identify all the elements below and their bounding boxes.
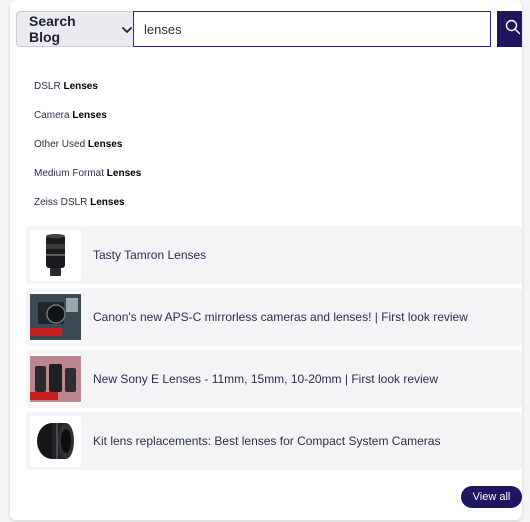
result-title: New Sony E Lenses - 11mm, 15mm, 10-20mm … — [93, 372, 438, 386]
chevron-down-icon — [121, 23, 133, 35]
search-input[interactable] — [133, 11, 491, 47]
result-list: Tasty Tamron Lenses Canon's new APS-C mi… — [26, 226, 522, 474]
suggestion-item[interactable]: Zeiss DSLR Lenses — [34, 188, 141, 217]
search-bar: Search Blog — [16, 11, 522, 47]
result-title: Canon's new APS-C mirrorless cameras and… — [93, 310, 468, 324]
suggestion-prefix: Camera — [34, 110, 70, 121]
search-button[interactable] — [497, 11, 522, 47]
result-item[interactable]: Tasty Tamron Lenses — [26, 226, 522, 284]
suggestion-match: Lenses — [63, 81, 98, 92]
suggestion-prefix: Medium Format — [34, 168, 105, 179]
result-title: Tasty Tamron Lenses — [93, 248, 207, 262]
suggestion-prefix: Zeiss DSLR — [34, 197, 88, 208]
search-scope-label: Search Blog — [29, 13, 76, 45]
search-scope-dropdown[interactable]: Search Blog — [16, 11, 133, 47]
suggestion-item[interactable]: Other Used Lenses — [34, 130, 141, 159]
lens-thumbnail — [30, 415, 81, 467]
suggestion-prefix: Other Used — [34, 139, 86, 150]
suggestion-match: Lenses — [87, 139, 123, 150]
suggestion-list: DSLR Lenses Camera Lenses Other Used Len… — [34, 72, 141, 217]
result-item[interactable]: Canon's new APS-C mirrorless cameras and… — [26, 288, 522, 346]
search-icon — [505, 19, 521, 40]
result-title: Kit lens replacements: Best lenses for C… — [93, 434, 441, 448]
suggestion-match: Lenses — [106, 168, 142, 179]
suggestion-match: Lenses — [72, 110, 107, 121]
result-item[interactable]: New Sony E Lenses - 11mm, 15mm, 10-20mm … — [26, 350, 522, 408]
search-panel: Search Blog DSLR Lenses Camera Lenses Ot… — [10, 0, 522, 520]
view-all-button[interactable]: View all — [461, 486, 522, 508]
suggestion-prefix: DSLR — [34, 81, 61, 92]
suggestion-item[interactable]: Medium Format Lenses — [34, 159, 141, 188]
suggestion-item[interactable]: DSLR Lenses — [34, 72, 141, 101]
result-item[interactable]: Kit lens replacements: Best lenses for C… — [26, 412, 522, 470]
suggestion-item[interactable]: Camera Lenses — [34, 101, 141, 130]
camera-review-thumbnail — [30, 291, 81, 343]
suggestion-match: Lenses — [90, 197, 125, 208]
lens-thumbnail — [30, 229, 81, 281]
lenses-review-thumbnail — [30, 353, 81, 405]
